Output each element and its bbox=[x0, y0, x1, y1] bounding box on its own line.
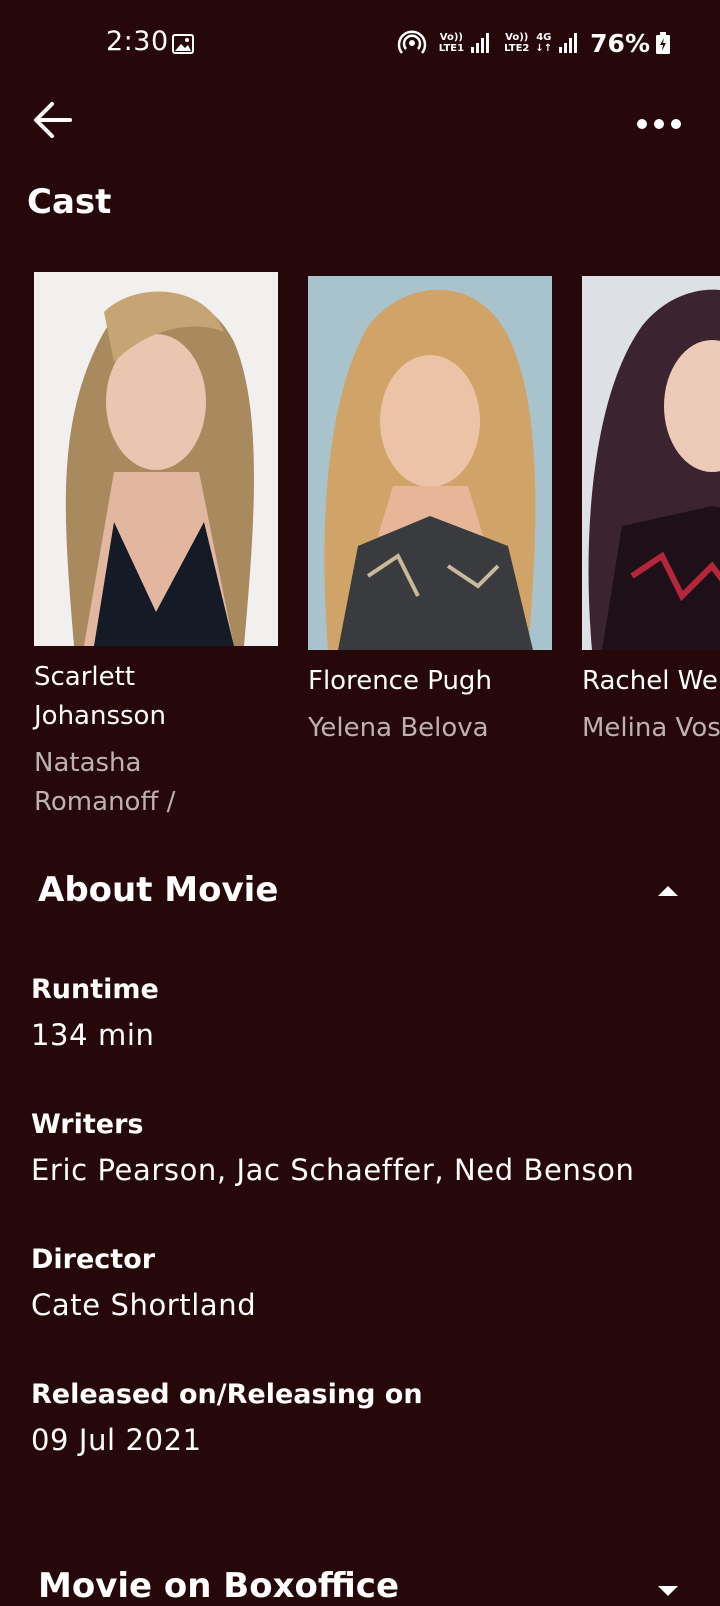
cast-role: Natasha Romanoff / bbox=[34, 748, 176, 817]
chevron-up-icon[interactable] bbox=[656, 884, 680, 898]
cast-name: Florence Pugh bbox=[308, 666, 492, 696]
boxoffice-header[interactable]: Movie on Boxoffice bbox=[38, 1566, 399, 1606]
battery-charging-icon bbox=[656, 32, 670, 54]
portrait-image bbox=[582, 276, 720, 650]
about-movie-header[interactable]: About Movie bbox=[38, 870, 278, 910]
chevron-down-icon[interactable] bbox=[656, 1584, 680, 1598]
sim1-volte-label: Vo)) bbox=[439, 32, 463, 43]
cast-photo bbox=[34, 272, 278, 646]
cast-photo bbox=[308, 276, 552, 650]
hotspot-icon bbox=[397, 30, 426, 54]
cast-role: Yelena Belova bbox=[308, 713, 489, 743]
status-icons: Vo)) LTE1 Vo)) LTE2 4G ↓↑ 76% bbox=[397, 28, 670, 58]
cast-card[interactable]: Florence Pugh Yelena Belova bbox=[308, 276, 552, 748]
sim2-volte-label: Vo)) bbox=[505, 32, 529, 43]
gallery-icon bbox=[172, 34, 194, 54]
cast-photo bbox=[582, 276, 720, 650]
cast-name: Rachel Weisz bbox=[582, 666, 720, 696]
release-date-label: Released on/Releasing on bbox=[31, 1379, 423, 1410]
cast-name: Scarlett Johansson bbox=[34, 662, 166, 731]
sim2-volte: Vo)) LTE2 bbox=[504, 32, 529, 54]
cast-role: Melina Vostokoff bbox=[582, 713, 720, 743]
page-title: Cast bbox=[27, 182, 112, 222]
runtime-value: 134 min bbox=[31, 1018, 155, 1052]
writers-label: Writers bbox=[31, 1109, 144, 1140]
data-arrows-icon: ↓↑ bbox=[535, 43, 553, 54]
portrait-image bbox=[34, 272, 278, 646]
portrait-image bbox=[308, 276, 552, 650]
status-time: 2:30 bbox=[106, 26, 169, 57]
sim1-lte-label: LTE1 bbox=[438, 43, 465, 54]
release-date-value: 09 Jul 2021 bbox=[31, 1423, 202, 1457]
runtime-label: Runtime bbox=[31, 974, 159, 1005]
status-bar: 2:30 Vo)) LTE1 Vo)) LTE2 4G ↓↑ 76% bbox=[0, 0, 720, 88]
cast-card[interactable]: Scarlett Johansson Natasha Romanoff / bbox=[34, 272, 278, 822]
sim1-volte: Vo)) LTE1 bbox=[439, 32, 464, 54]
back-arrow-icon[interactable] bbox=[30, 98, 76, 144]
sim2-lte-label: LTE2 bbox=[504, 43, 530, 54]
signal-icon bbox=[471, 33, 490, 53]
writers-value: Eric Pearson, Jac Schaeffer, Ned Benson bbox=[31, 1153, 635, 1187]
more-options-icon[interactable] bbox=[636, 110, 682, 138]
network-label: 4G bbox=[536, 32, 552, 43]
director-value: Cate Shortland bbox=[31, 1288, 257, 1322]
cast-card[interactable]: Rachel Weisz Melina Vostokoff bbox=[582, 276, 720, 748]
network-type: 4G ↓↑ bbox=[535, 32, 552, 54]
signal-icon bbox=[559, 33, 578, 53]
battery-percent: 76% bbox=[590, 28, 650, 58]
director-label: Director bbox=[31, 1244, 156, 1275]
